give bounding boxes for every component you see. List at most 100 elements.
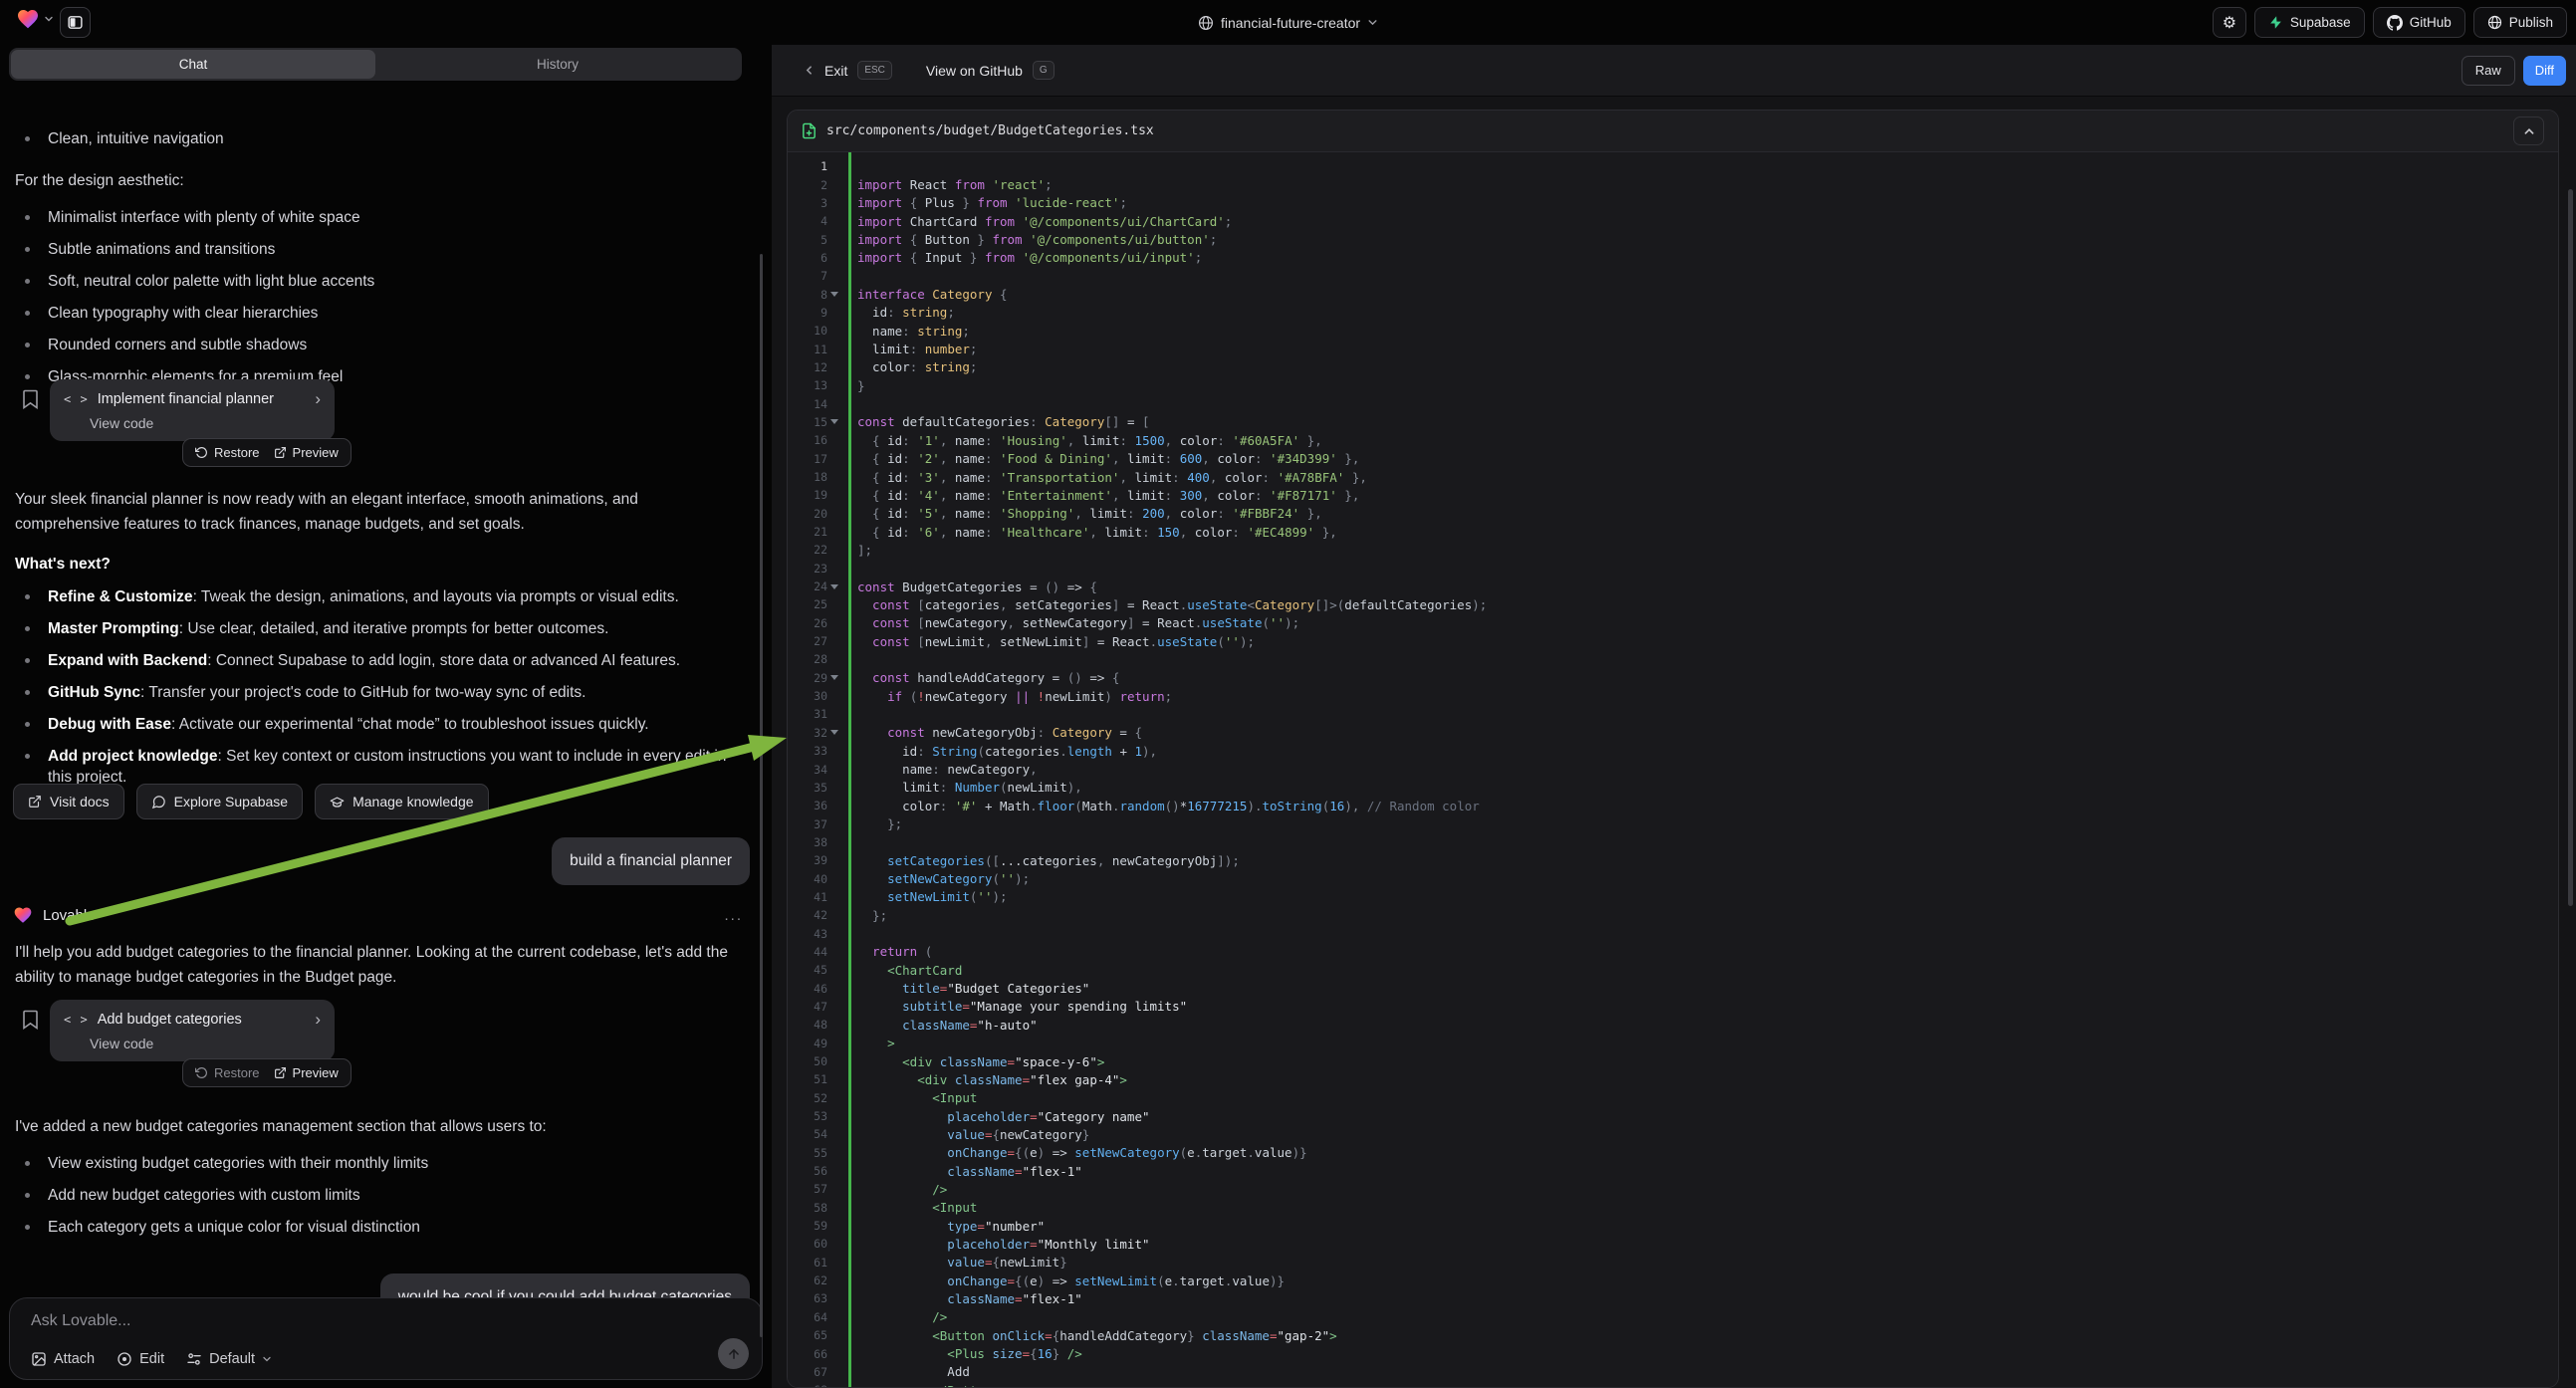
esc-shortcut-badge: ESC <box>857 61 892 80</box>
view-code-link[interactable]: View code <box>90 1036 321 1051</box>
globe-icon <box>2487 15 2502 30</box>
tab-history[interactable]: History <box>375 50 740 79</box>
list-item: Minimalist interface with plenty of whit… <box>15 207 734 228</box>
send-button[interactable] <box>718 1338 749 1369</box>
code-line: 67 Add <box>788 1363 2558 1381</box>
restore-button[interactable]: Restore <box>195 1065 260 1080</box>
code-line: 44 return ( <box>788 943 2558 961</box>
exit-button[interactable]: Exit <box>824 63 847 79</box>
settings-button[interactable]: ⚙ <box>2213 7 2246 38</box>
assistant-header: Lovable ... <box>13 905 743 925</box>
view-on-github-link[interactable]: View on GitHub <box>926 63 1023 79</box>
external-link-icon <box>274 446 287 459</box>
code-icon: < > <box>64 1013 89 1027</box>
more-options-button[interactable]: ... <box>724 907 743 924</box>
code-scrollbar[interactable] <box>2568 189 2573 906</box>
code-line: 42 }; <box>788 906 2558 924</box>
github-button[interactable]: GitHub <box>2373 7 2465 38</box>
list-item: Master Prompting: Use clear, detailed, a… <box>15 618 734 639</box>
image-attach-icon <box>31 1351 47 1367</box>
code-icon: < > <box>64 392 89 406</box>
preview-button[interactable]: Preview <box>274 445 339 460</box>
code-line: 11 limit: number; <box>788 340 2558 357</box>
code-line: 3import { Plus } from 'lucide-react'; <box>788 194 2558 212</box>
code-line: 48 className="h-auto" <box>788 1016 2558 1034</box>
chat-scrollbar[interactable] <box>760 254 763 1337</box>
code-line: 45 <ChartCard <box>788 961 2558 979</box>
feature-bullet-list: View existing budget categories with the… <box>15 1153 734 1249</box>
code-line: 30 if (!newCategory || !newLimit) return… <box>788 687 2558 705</box>
diff-view-button[interactable]: Diff <box>2523 56 2566 86</box>
exit-controls: Exit ESC View on GitHub G <box>804 61 1054 80</box>
supabase-button[interactable]: Supabase <box>2254 7 2365 38</box>
chevron-down-icon <box>1367 17 1378 28</box>
chevron-right-icon: › <box>315 389 321 409</box>
list-item: Add new budget categories with custom li… <box>15 1185 734 1206</box>
edit-button[interactable]: Edit <box>117 1351 164 1367</box>
chat-messages: Clean, intuitive navigation For the desi… <box>0 81 772 1388</box>
view-code-link[interactable]: View code <box>90 415 321 431</box>
arrow-up-icon <box>727 1347 741 1361</box>
whats-next-heading: What's next? <box>15 552 737 577</box>
code-line: 8interface Category { <box>788 285 2558 303</box>
restore-icon <box>195 1066 208 1079</box>
project-switcher[interactable]: financial-future-creator <box>0 0 2576 45</box>
sliders-icon <box>186 1351 202 1367</box>
code-line: 2import React from 'react'; <box>788 175 2558 193</box>
code-line: 27 const [newLimit, setNewLimit] = React… <box>788 632 2558 650</box>
user-message-bubble: build a financial planner <box>552 837 750 885</box>
github-icon <box>2387 15 2403 31</box>
code-line: 15const defaultCategories: Category[] = … <box>788 413 2558 431</box>
gear-icon: ⚙ <box>2223 13 2236 33</box>
explore-supabase-button[interactable]: Explore Supabase <box>136 784 303 819</box>
version-title: Implement financial planner <box>98 391 274 407</box>
restore-button[interactable]: Restore <box>195 445 260 460</box>
code-line: 40 setNewCategory(''); <box>788 869 2558 887</box>
visit-docs-button[interactable]: Visit docs <box>13 784 124 819</box>
list-item: Subtle animations and transitions <box>15 239 734 260</box>
preview-button[interactable]: Preview <box>274 1065 339 1080</box>
code-line: 7 <box>788 267 2558 285</box>
version-card-add-budget-categories[interactable]: < > Add budget categories › View code <box>50 1000 335 1061</box>
code-line: 31 <box>788 705 2558 723</box>
attach-button[interactable]: Attach <box>31 1351 95 1367</box>
version-card-implement-financial-planner[interactable]: < > Implement financial planner › View c… <box>50 379 335 441</box>
restore-preview-toolbar: Restore Preview <box>182 438 351 467</box>
code-line: 55 onChange={(e) => setNewCategory(e.tar… <box>788 1144 2558 1162</box>
file-card: src/components/budget/BudgetCategories.t… <box>787 110 2559 1388</box>
tab-chat[interactable]: Chat <box>11 50 375 79</box>
code-line: 51 <div className="flex gap-4"> <box>788 1070 2558 1088</box>
mode-selector[interactable]: Default <box>186 1351 272 1367</box>
collapse-file-button[interactable] <box>2513 116 2544 145</box>
code-line: 21 { id: '6', name: 'Healthcare', limit:… <box>788 523 2558 541</box>
list-item: View existing budget categories with the… <box>15 1153 734 1174</box>
code-line: 36 color: '#' + Math.floor(Math.random()… <box>788 797 2558 814</box>
raw-view-button[interactable]: Raw <box>2461 56 2515 86</box>
bookmark-icon[interactable] <box>22 389 39 409</box>
chevron-left-icon <box>804 65 815 76</box>
graduation-cap-icon <box>330 795 345 810</box>
supabase-bolt-icon <box>2268 15 2283 30</box>
list-item: Refine & Customize: Tweak the design, an… <box>15 586 734 607</box>
chat-panel: Chat History Clean, intuitive navigation… <box>0 45 772 1388</box>
code-line: 53 placeholder="Category name" <box>788 1107 2558 1125</box>
chat-history-tabs: Chat History <box>9 48 742 81</box>
code-line: 46 title="Budget Categories" <box>788 979 2558 997</box>
code-line: 24const BudgetCategories = () => { <box>788 578 2558 595</box>
code-editor[interactable]: 12import React from 'react';3import { Pl… <box>788 152 2558 1388</box>
file-header[interactable]: src/components/budget/BudgetCategories.t… <box>788 111 2558 152</box>
top-bar: financial-future-creator ⚙ Supabase <box>0 0 2576 45</box>
globe-icon <box>1198 15 1214 31</box>
manage-knowledge-button[interactable]: Manage knowledge <box>315 784 488 819</box>
list-item: Expand with Backend: Connect Supabase to… <box>15 650 734 671</box>
list-item: Debug with Ease: Activate our experiment… <box>15 714 734 735</box>
chat-input-box[interactable]: Ask Lovable... Attach Edit <box>9 1297 763 1380</box>
bookmark-icon[interactable] <box>22 1010 39 1030</box>
message-circle-icon <box>151 795 166 810</box>
chat-input-placeholder[interactable]: Ask Lovable... <box>31 1312 131 1330</box>
code-line: 60 placeholder="Monthly limit" <box>788 1235 2558 1253</box>
publish-button[interactable]: Publish <box>2473 7 2567 38</box>
code-line: 25 const [categories, setCategories] = R… <box>788 595 2558 613</box>
code-line: 41 setNewLimit(''); <box>788 888 2558 906</box>
code-line: 50 <div className="space-y-6"> <box>788 1052 2558 1070</box>
